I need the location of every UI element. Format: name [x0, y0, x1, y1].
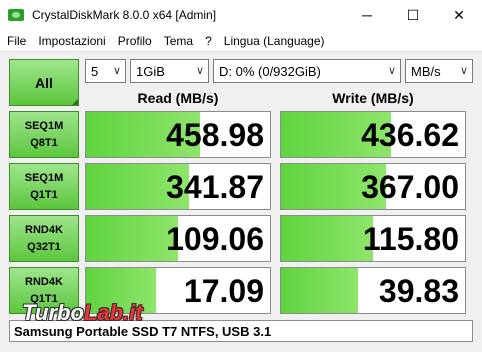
close-button[interactable]: ✕: [436, 0, 482, 30]
test-seq1m-q1t1-button[interactable]: SEQ1M Q1T1: [9, 163, 79, 210]
menu-bar: File Impostazioni Profilo Tema ? Lingua …: [0, 30, 482, 52]
test-count-value: 5: [91, 63, 99, 79]
test-name: SEQ1M: [24, 119, 64, 132]
write-value: 39.83: [378, 273, 459, 309]
test-rnd4k-q32t1-button[interactable]: RND4K Q32T1: [9, 215, 79, 262]
read-header: Read (MB/s): [137, 90, 219, 106]
run-all-label: All: [35, 74, 53, 91]
read-result-cell: 341.87: [85, 163, 271, 210]
write-result-cell: 367.00: [280, 163, 466, 210]
test-count-select[interactable]: 5 ∨: [85, 59, 126, 83]
menu-settings[interactable]: Impostazioni: [32, 34, 111, 48]
chevron-down-icon: ∨: [112, 65, 121, 77]
write-header: Write (MB/s): [332, 90, 414, 106]
title-bar: CrystalDiskMark 8.0.0 x64 [Admin] ─ ☐ ✕: [0, 0, 482, 30]
write-result-cell: 115.80: [280, 215, 466, 262]
test-seq1m-q8t1-button[interactable]: SEQ1M Q8T1: [9, 111, 79, 158]
test-size-value: 1GiB: [136, 63, 165, 79]
menu-language[interactable]: Lingua (Language): [218, 34, 331, 48]
chevron-down-icon: ∨: [195, 65, 204, 77]
test-queue: Q1T1: [30, 188, 58, 201]
test-name: RND4K: [25, 223, 63, 236]
read-value: 458.98: [166, 117, 264, 153]
watermark-part1: Turbo: [22, 300, 84, 325]
write-bar: [281, 216, 373, 261]
corner-marker-icon: [72, 99, 78, 105]
write-result-cell: 436.62: [280, 111, 466, 158]
menu-file[interactable]: File: [0, 34, 32, 48]
unit-value: MB/s: [411, 63, 441, 79]
menu-help[interactable]: ?: [199, 34, 218, 48]
drive-value: D: 0% (0/932GiB): [219, 63, 321, 79]
test-queue: Q8T1: [30, 136, 58, 149]
read-value: 341.87: [166, 169, 264, 205]
menu-profile[interactable]: Profilo: [112, 34, 158, 48]
chevron-down-icon: ∨: [459, 65, 468, 77]
read-result-cell: 458.98: [85, 111, 271, 158]
read-bar: [86, 216, 178, 261]
watermark-part2: Lab.it: [83, 300, 143, 325]
write-bar: [281, 268, 359, 313]
write-value: 436.62: [361, 117, 459, 153]
drive-select[interactable]: D: 0% (0/932GiB) ∨: [213, 59, 401, 83]
unit-select[interactable]: MB/s ∨: [405, 59, 473, 83]
write-value: 115.80: [362, 221, 459, 257]
chevron-down-icon: ∨: [387, 65, 396, 77]
read-value: 109.06: [166, 221, 264, 257]
write-result-cell: 39.83: [280, 267, 466, 314]
maximize-button[interactable]: ☐: [390, 0, 436, 30]
write-value: 367.00: [361, 169, 459, 205]
watermark-logo: TurboLab.it: [22, 300, 143, 326]
test-queue: Q32T1: [27, 240, 61, 253]
test-name: RND4K: [25, 275, 63, 288]
menu-theme[interactable]: Tema: [158, 34, 199, 48]
disk-icon: [8, 7, 24, 23]
test-size-select[interactable]: 1GiB ∨: [130, 59, 209, 83]
read-value: 17.09: [183, 273, 264, 309]
minimize-button[interactable]: ─: [344, 0, 390, 30]
run-all-button[interactable]: All: [9, 59, 79, 106]
read-result-cell: 109.06: [85, 215, 271, 262]
window-title: CrystalDiskMark 8.0.0 x64 [Admin]: [32, 8, 217, 22]
test-name: SEQ1M: [24, 171, 64, 184]
